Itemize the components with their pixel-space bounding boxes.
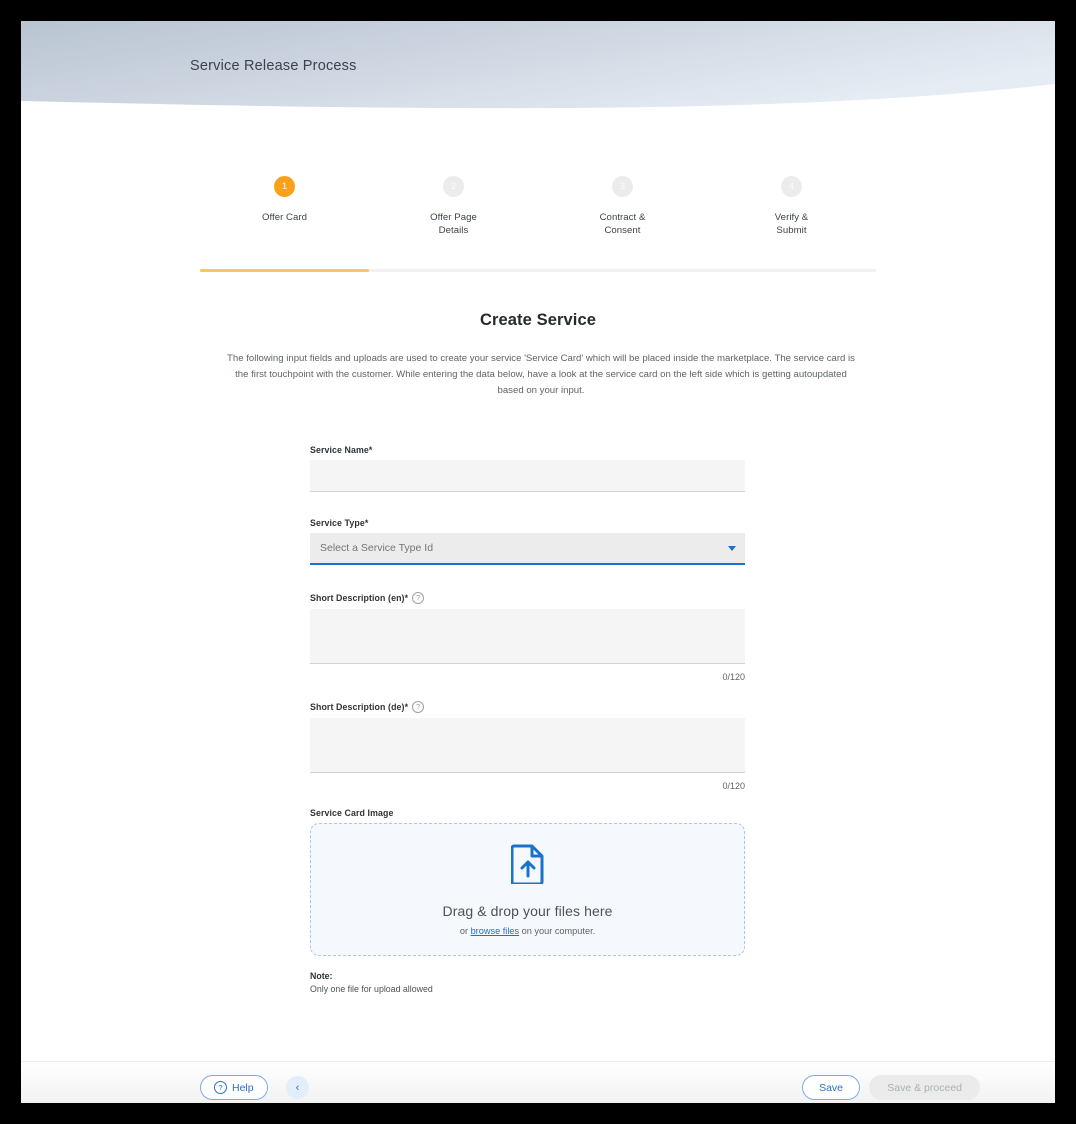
short-description-de-input[interactable]: [310, 718, 745, 773]
stepper-step-label: Offer Card: [261, 212, 308, 223]
chevron-down-icon[interactable]: [728, 546, 736, 551]
file-dropzone[interactable]: Drag & drop your files here or browse fi…: [310, 823, 745, 956]
field-service-name: Service Name*: [310, 445, 745, 492]
app-header: Service Release Process: [21, 21, 1055, 116]
dropzone-sub-prefix: or: [459, 925, 471, 936]
short-description-de-label-text: Short Description (de)*: [310, 702, 409, 712]
create-service-form: Service Name* Service Type* Short Descri…: [310, 445, 745, 996]
save-and-proceed-button: Save & proceed: [869, 1075, 980, 1100]
stepper-step-number: 4: [781, 176, 802, 197]
help-button-label: Help: [232, 1081, 254, 1094]
section-title: Create Service: [479, 311, 597, 329]
dropzone-subtitle: or browse files on your computer.: [460, 926, 595, 936]
stepper-step-label: Contract & Consent: [599, 212, 646, 236]
short-description-en-label-text: Short Description (en)*: [310, 593, 409, 603]
field-short-description-de: Short Description (de)* ? 0/120: [310, 701, 745, 791]
stepper-step-number: 3: [612, 176, 633, 197]
service-name-input[interactable]: [310, 460, 745, 492]
short-description-de-label: Short Description (de)* ?: [310, 701, 745, 713]
stepper: 1 Offer Card 2 Offer Page Details 3 Contr…: [200, 176, 876, 276]
short-description-en-label: Short Description (en)* ?: [310, 592, 745, 604]
service-type-select[interactable]: [310, 533, 745, 565]
upload-note-title: Note:: [310, 971, 333, 981]
stepper-step-label: Offer Page Details: [430, 212, 477, 236]
stepper-step-label: Verify & Submit: [774, 212, 809, 236]
stepper-step-contract-consent[interactable]: 3 Contract & Consent: [538, 176, 707, 237]
short-description-de-counter: 0/120: [722, 781, 745, 791]
stepper-step-number: 1: [274, 176, 295, 197]
back-button[interactable]: ‹: [286, 1076, 309, 1099]
short-description-en-counter: 0/120: [722, 672, 745, 682]
service-type-select-wrapper[interactable]: [310, 533, 745, 565]
help-icon[interactable]: ?: [412, 592, 425, 604]
short-description-en-input[interactable]: [310, 609, 745, 664]
service-card-image-label: Service Card Image: [310, 808, 394, 818]
service-name-label: Service Name*: [310, 445, 373, 455]
app-window: Service Release Process 1 Offer Card 2 O…: [21, 21, 1055, 1103]
section-description: The following input fields and uploads a…: [227, 353, 855, 396]
field-service-type: Service Type*: [310, 518, 745, 565]
help-button[interactable]: ? Help: [200, 1075, 268, 1100]
field-service-card-image: Service Card Image Drag & drop your file…: [310, 808, 745, 996]
upload-note: Note: Only one file for upload allowed: [310, 970, 745, 996]
stepper-step-verify-submit[interactable]: 4 Verify & Submit: [707, 176, 876, 237]
stepper-progress-fill: [200, 269, 369, 272]
service-type-label: Service Type*: [310, 518, 369, 528]
file-upload-icon: [510, 844, 545, 889]
stepper-step-number: 2: [443, 176, 464, 197]
stepper-steps: 1 Offer Card 2 Offer Page Details 3 Contr…: [200, 176, 876, 237]
stepper-step-offer-page-details[interactable]: 2 Offer Page Details: [369, 176, 538, 237]
dropzone-sub-suffix: on your computer.: [519, 925, 596, 936]
help-icon[interactable]: ?: [412, 701, 425, 713]
upload-note-text: Only one file for upload allowed: [310, 984, 433, 994]
dropzone-title: Drag & drop your files here: [442, 902, 613, 919]
field-short-description-en: Short Description (en)* ? 0/120: [310, 592, 745, 682]
stepper-progress-track: [200, 269, 876, 272]
page-title: Service Release Process: [190, 58, 357, 74]
footer-bar: ? Help ‹ Save Save & proceed: [21, 1062, 1055, 1103]
browse-files-link[interactable]: browse files: [471, 926, 520, 936]
stepper-step-offer-card[interactable]: 1 Offer Card: [200, 176, 369, 237]
save-button[interactable]: Save: [802, 1075, 860, 1100]
question-circle-icon: ?: [214, 1081, 227, 1094]
header-background-shape: [21, 21, 1055, 109]
